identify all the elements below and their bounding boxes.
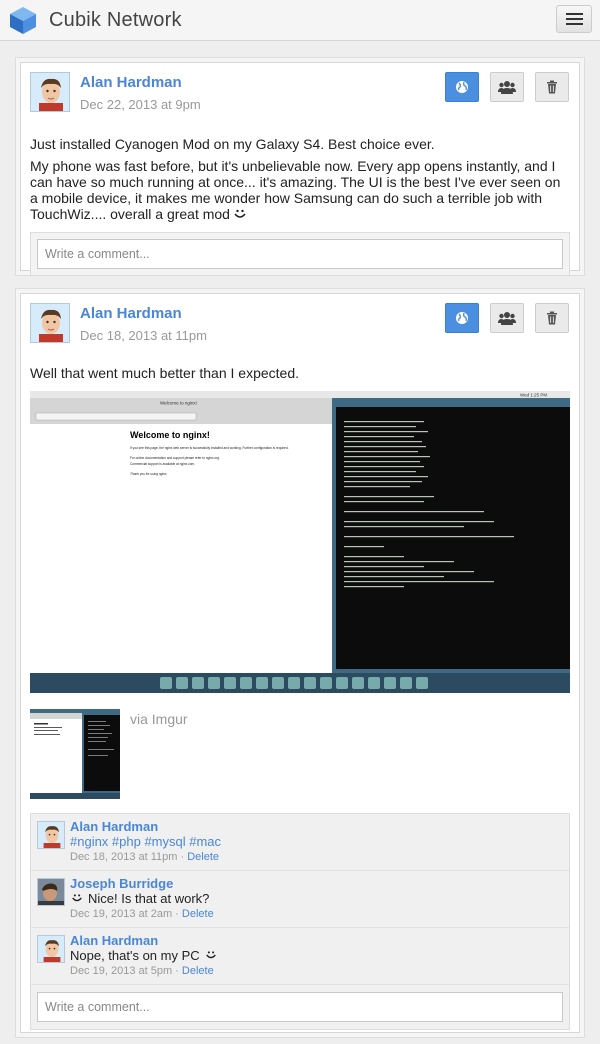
- screenshot-line: If you see this page, the nginx web serv…: [130, 446, 289, 450]
- screenshot-clock: Wed 1:25 PM: [520, 393, 547, 398]
- smiley-icon: [205, 951, 216, 959]
- image-thumbnail[interactable]: [30, 709, 120, 799]
- public-visibility-button[interactable]: [445, 303, 479, 333]
- comment: Alan Hardman Nope, that's on my PC Dec 1…: [31, 928, 569, 985]
- group-icon: [498, 81, 516, 94]
- comment-form: Write a comment...: [31, 985, 569, 1029]
- screenshot-heading: Welcome to nginx!: [130, 430, 210, 440]
- comment-date: Dec 18, 2013 at 11pm: [70, 851, 178, 863]
- friends-visibility-button[interactable]: [490, 72, 524, 102]
- comment-meta: Dec 18, 2013 at 11pm · Delete: [70, 851, 219, 863]
- post-card: Alan Hardman Dec 22, 2013 at 9pm Just in…: [20, 62, 580, 276]
- delete-comment-link[interactable]: Delete: [182, 908, 214, 920]
- top-bar: Cubik Network: [0, 0, 600, 41]
- delete-comment-link[interactable]: Delete: [182, 965, 214, 977]
- screenshot-line: For online documentation and support ple…: [130, 456, 220, 460]
- post-paragraph: Just installed Cyanogen Mod on my Galaxy…: [30, 136, 435, 152]
- comment-text-content: Nice! Is that at work?: [88, 891, 210, 906]
- via-label: via Imgur: [130, 711, 188, 727]
- post-image[interactable]: Wed 1:25 PM Welcome to nginx! Welcome to…: [30, 391, 570, 693]
- comment-tags[interactable]: #nginx #php #mysql #mac: [70, 834, 221, 850]
- smiley-icon: [72, 894, 82, 902]
- avatar[interactable]: [30, 303, 70, 343]
- post-paragraph-text: My phone was fast before, but it's unbel…: [30, 158, 561, 222]
- comment-date: Dec 19, 2013 at 5pm: [70, 965, 173, 977]
- post-body: Just installed Cyanogen Mod on my Galaxy…: [30, 136, 570, 222]
- comment-text: Nope, that's on my PC: [70, 948, 218, 964]
- comment-meta: Dec 19, 2013 at 5pm · Delete: [70, 965, 214, 977]
- delete-post-button[interactable]: [535, 303, 569, 333]
- trash-icon: [547, 80, 557, 94]
- comments-list: Alan Hardman #nginx #php #mysql #mac Dec…: [30, 813, 570, 1030]
- post-date: Dec 18, 2013 at 11pm: [80, 328, 207, 343]
- comment-author[interactable]: Alan Hardman: [70, 934, 218, 948]
- post-body: Well that went much better than I expect…: [30, 365, 570, 381]
- post-paragraph: Well that went much better than I expect…: [30, 365, 300, 381]
- globe-icon: [456, 312, 468, 324]
- cube-logo-icon[interactable]: [8, 5, 38, 35]
- avatar[interactable]: [30, 72, 70, 112]
- comment-avatar[interactable]: [37, 878, 65, 906]
- comment-text: Nice! Is that at work?: [70, 891, 214, 907]
- comment-text-content: Nope, that's on my PC: [70, 948, 200, 963]
- comment-date: Dec 19, 2013 at 2am: [70, 908, 173, 920]
- delete-comment-link[interactable]: Delete: [187, 851, 219, 863]
- comment-author[interactable]: Alan Hardman: [70, 820, 221, 834]
- hamburger-menu-icon[interactable]: [556, 5, 592, 33]
- comment: Alan Hardman #nginx #php #mysql #mac Dec…: [31, 814, 569, 871]
- post-date: Dec 22, 2013 at 9pm: [80, 97, 201, 112]
- screenshot-line: Commercial support is available at nginx…: [130, 462, 195, 466]
- post-paragraph: My phone was fast before, but it's unbel…: [30, 158, 570, 222]
- comment-author[interactable]: Joseph Burridge: [70, 877, 214, 891]
- trash-icon: [547, 311, 557, 325]
- comment-input[interactable]: Write a comment...: [37, 992, 563, 1022]
- delete-post-button[interactable]: [535, 72, 569, 102]
- comment-meta: Dec 19, 2013 at 2am · Delete: [70, 908, 214, 920]
- comment-avatar[interactable]: [37, 821, 65, 849]
- friends-visibility-button[interactable]: [490, 303, 524, 333]
- group-icon: [498, 312, 516, 325]
- comment-input[interactable]: Write a comment...: [37, 239, 563, 269]
- globe-icon: [456, 81, 468, 93]
- comment-box: Write a comment...: [30, 232, 570, 276]
- comment: Joseph Burridge Nice! Is that at work? D…: [31, 871, 569, 928]
- image-attribution: via Imgur: [30, 709, 570, 799]
- post-card: Alan Hardman Dec 18, 2013 at 11pm Well t…: [20, 293, 580, 1033]
- comment-avatar[interactable]: [37, 935, 65, 963]
- screenshot-line: Thank you for using nginx.: [130, 472, 168, 476]
- app-title[interactable]: Cubik Network: [49, 9, 182, 32]
- public-visibility-button[interactable]: [445, 72, 479, 102]
- post-author[interactable]: Alan Hardman: [80, 74, 201, 92]
- post-author[interactable]: Alan Hardman: [80, 305, 207, 323]
- smiley-icon: [234, 209, 246, 218]
- screenshot-window-title: Welcome to nginx!: [160, 401, 197, 406]
